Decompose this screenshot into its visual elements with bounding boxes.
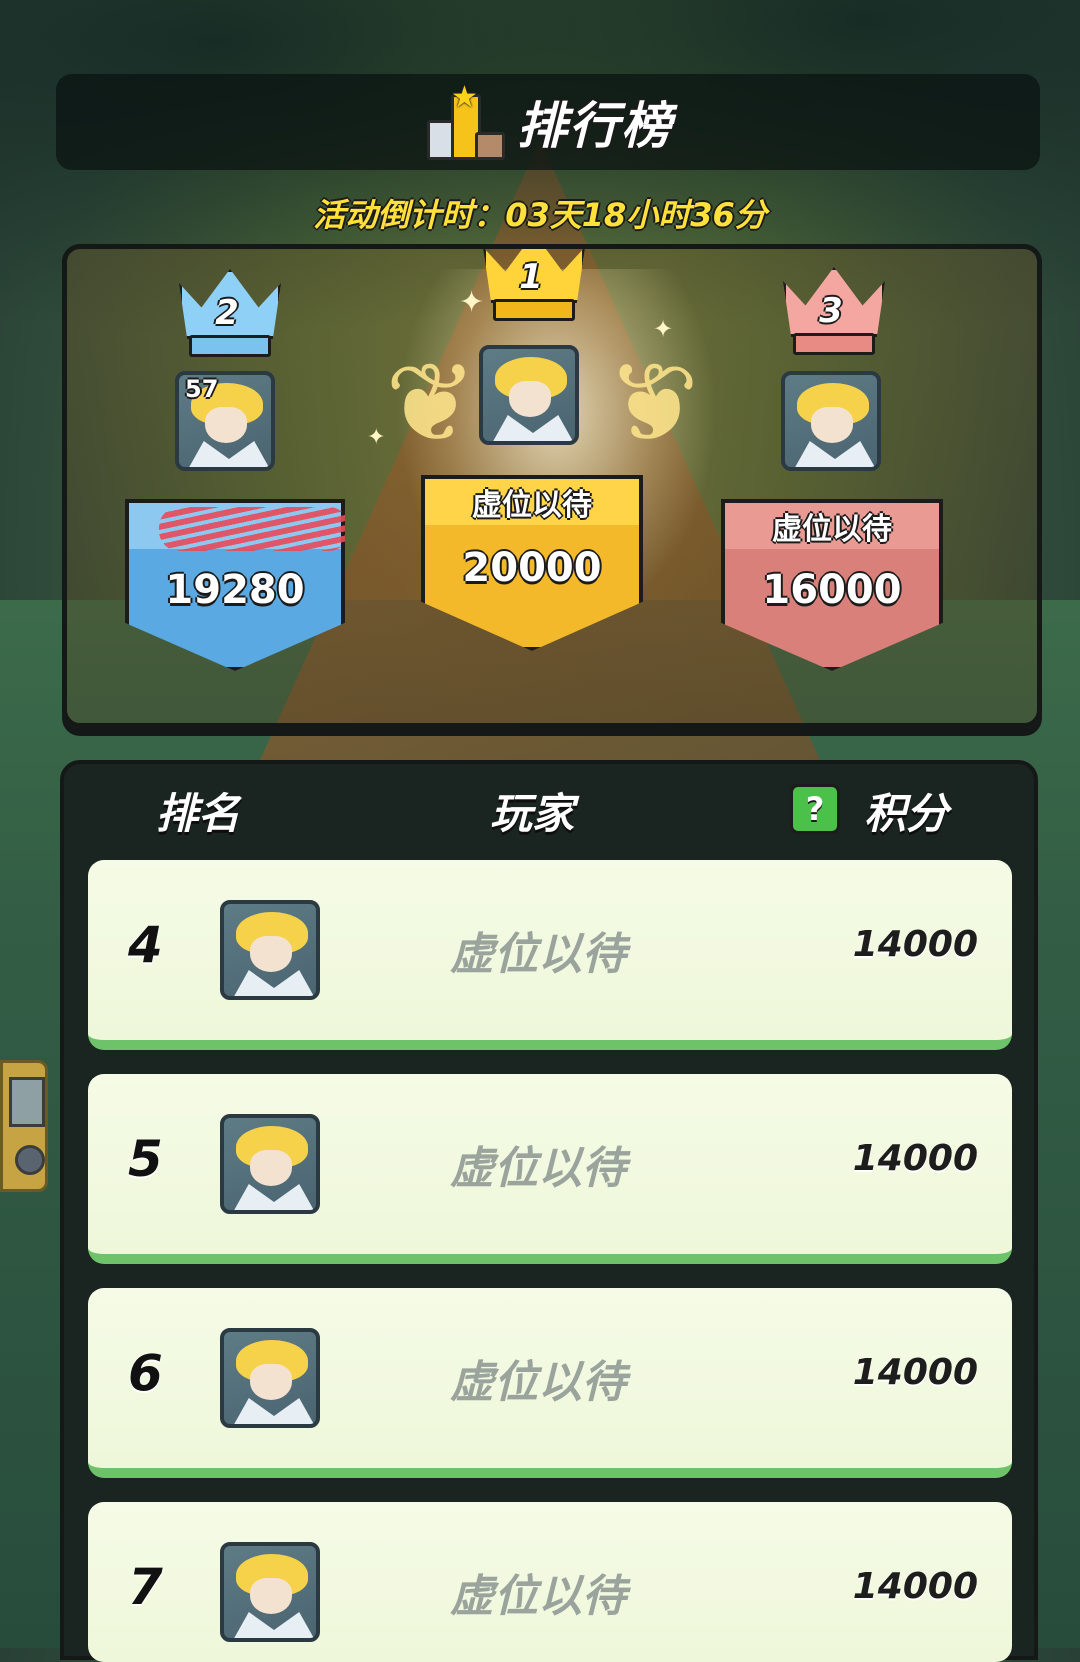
row-rank: 7 xyxy=(128,1558,163,1616)
row-rank: 6 xyxy=(128,1344,163,1402)
rank-2-avatar[interactable]: 57 xyxy=(175,371,275,471)
rank-3-banner: 虚位以待 16000 xyxy=(721,499,943,671)
rank-3-avatar[interactable] xyxy=(781,371,881,471)
column-rank: 排名 xyxy=(156,789,241,838)
leaderboard-list: 排名 玩家 ? 积分 4 虚位以待 14000 5 虚位以待 14000 6 虚… xyxy=(60,760,1038,1662)
row-player-name: 虚位以待 xyxy=(450,1357,626,1408)
row-avatar[interactable] xyxy=(220,1328,320,1428)
leaderboard-row[interactable]: 4 虚位以待 14000 xyxy=(88,860,1012,1050)
rank-1-crown-icon: 1 xyxy=(483,249,585,321)
row-rank: 4 xyxy=(128,916,163,974)
rank-3-score: 16000 xyxy=(762,567,902,613)
row-player-name: 虚位以待 xyxy=(450,929,626,980)
rank-3-name: 虚位以待 xyxy=(725,503,939,549)
player-level: 57 xyxy=(185,375,219,403)
row-avatar[interactable] xyxy=(220,1542,320,1642)
rank-2-crown-icon: 2 xyxy=(179,269,281,357)
sparkle-icon: ✦ xyxy=(367,425,386,450)
sparkle-icon: ✦ xyxy=(459,285,485,320)
leaderboard-row[interactable]: 6 虚位以待 14000 xyxy=(88,1288,1012,1478)
leaderboard-row[interactable]: 7 虚位以待 14000 xyxy=(88,1502,1012,1662)
rank-3-crown-icon: 3 xyxy=(783,267,885,355)
laurel-right-icon: ❦ xyxy=(607,339,700,467)
column-player: 玩家 xyxy=(490,789,575,838)
event-countdown: 活动倒计时：03天18小时36分 xyxy=(313,196,767,234)
rank-2-banner: 19280 xyxy=(125,499,345,671)
row-avatar[interactable] xyxy=(220,1114,320,1214)
row-rank: 5 xyxy=(128,1130,163,1188)
leaderboard-column-header: 排名 玩家 ? 积分 xyxy=(64,764,1034,848)
row-score: 14000 xyxy=(852,924,978,965)
top-three-podium: ❦ ❦ ✦ ✦ ✦ 2 57 19280 1 虚位以待 20000 3 虚位以待… xyxy=(62,244,1042,728)
row-player-name: 虚位以待 xyxy=(450,1143,626,1194)
sparkle-icon: ✦ xyxy=(653,315,674,343)
leaderboard-header: ★ 排行榜 xyxy=(56,74,1040,170)
page-title: 排行榜 xyxy=(517,97,673,155)
redaction-scribble xyxy=(159,507,345,551)
rank-1-name: 虚位以待 xyxy=(425,479,639,525)
rank-2-score: 19280 xyxy=(165,567,305,613)
side-device-widget[interactable] xyxy=(0,1060,48,1192)
leaderboard-row[interactable]: 5 虚位以待 14000 xyxy=(88,1074,1012,1264)
row-avatar[interactable] xyxy=(220,900,320,1000)
row-score: 14000 xyxy=(852,1138,978,1179)
rank-1-avatar[interactable] xyxy=(479,345,579,445)
rank-1-score: 20000 xyxy=(462,545,602,591)
rank-2-name-redacted xyxy=(129,503,345,551)
row-score: 14000 xyxy=(852,1352,978,1393)
laurel-left-icon: ❦ xyxy=(385,339,478,467)
podium-trophy-icon: ★ xyxy=(423,80,505,160)
row-player-name: 虚位以待 xyxy=(450,1571,626,1622)
row-score: 14000 xyxy=(852,1566,978,1607)
column-score: 积分 xyxy=(864,789,949,838)
help-button[interactable]: ? xyxy=(790,784,840,834)
